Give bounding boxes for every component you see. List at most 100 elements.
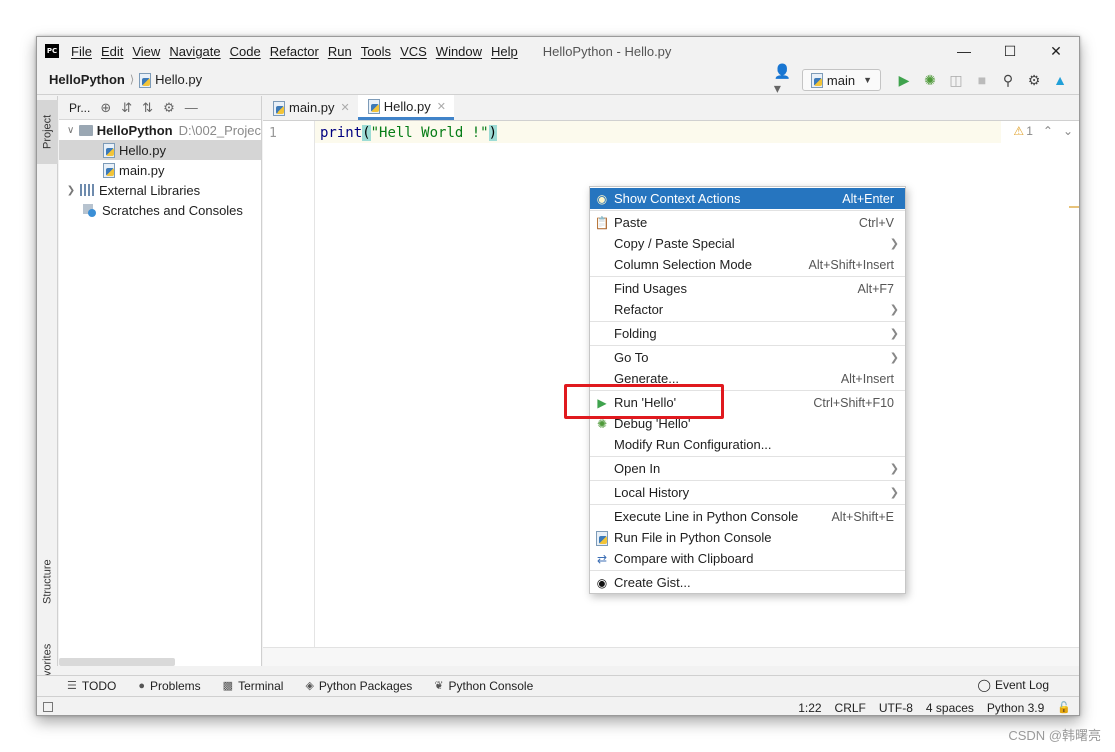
menu-item-execute-line[interactable]: Execute Line in Python Console Alt+Shift… xyxy=(590,506,905,527)
stop-icon[interactable]: ■ xyxy=(971,69,993,91)
expand-all-icon[interactable]: ⇵ xyxy=(121,100,132,116)
menu-edit[interactable]: Edit xyxy=(101,44,123,59)
menu-item-show-context-actions[interactable]: ◉ Show Context Actions Alt+Enter xyxy=(590,188,905,209)
title-bar: PC File Edit View Navigate Code Refactor… xyxy=(37,37,1079,65)
menu-item-compare-with-clipboard[interactable]: ⇄ Compare with Clipboard xyxy=(590,548,905,569)
tab-project[interactable]: Project xyxy=(37,100,58,164)
menu-item-create-gist[interactable]: ◉ Create Gist... xyxy=(590,572,905,593)
tab-hello-py[interactable]: Hello.py ✕ xyxy=(357,95,454,120)
menu-file[interactable]: File xyxy=(71,44,92,59)
hide-icon[interactable]: — xyxy=(185,100,198,115)
packages-icon: ◈ xyxy=(305,680,314,692)
menu-item-copy-paste-special[interactable]: Copy / Paste Special ❯ xyxy=(590,233,905,254)
gear-icon[interactable]: ⚙ xyxy=(163,100,175,116)
python-file-icon xyxy=(103,143,115,158)
indent-setting[interactable]: 4 spaces xyxy=(926,701,974,715)
toggle-tool-windows-icon[interactable] xyxy=(43,702,53,712)
status-widgets: 1:22 CRLF UTF-8 4 spaces Python 3.9 🔓 xyxy=(785,697,1071,715)
debug-icon[interactable]: ✺ xyxy=(919,69,941,91)
menu-separator xyxy=(590,276,905,277)
menu-window[interactable]: Window xyxy=(436,44,482,59)
tree-item-main-py[interactable]: main.py xyxy=(59,160,261,180)
tool-todo[interactable]: ☰ TODO xyxy=(67,679,116,693)
menu-item-go-to[interactable]: Go To ❯ xyxy=(590,347,905,368)
menu-run[interactable]: Run xyxy=(328,44,352,59)
project-view-selector[interactable]: Pr... xyxy=(69,101,90,115)
menu-item-local-history[interactable]: Local History ❯ xyxy=(590,482,905,503)
folder-icon xyxy=(79,124,93,136)
menu-separator xyxy=(590,456,905,457)
tool-python-console[interactable]: ❦ Python Console xyxy=(434,679,533,693)
code-line[interactable]: print("Hell World !") xyxy=(320,125,498,141)
menu-refactor[interactable]: Refactor xyxy=(270,44,319,59)
tree-item-scratches[interactable]: Scratches and Consoles xyxy=(59,200,261,220)
tool-window-bar: ☰ TODO ● Problems ▩ Terminal ◈ Python Packag… xyxy=(37,675,1079,695)
warning-icon: ⚠ xyxy=(1013,124,1025,138)
minimize-icon[interactable]: — xyxy=(941,37,987,65)
menu-view[interactable]: View xyxy=(132,44,160,59)
inspection-widget[interactable]: ⚠ 1 ⌃ ⌄ xyxy=(1013,124,1073,138)
menu-separator xyxy=(590,504,905,505)
chevron-right-icon[interactable]: ❯ xyxy=(65,185,77,196)
chevron-right-icon: ❯ xyxy=(889,487,899,499)
close-icon[interactable]: ✕ xyxy=(1033,37,1079,65)
gear-icon[interactable]: ⚙ xyxy=(1023,69,1045,91)
annotation-highlight-box xyxy=(564,384,724,419)
chevron-right-icon: ❯ xyxy=(889,352,899,364)
maximize-icon[interactable]: ☐ xyxy=(987,37,1033,65)
event-log-button[interactable]: ◯ Event Log xyxy=(978,678,1049,692)
menu-vcs[interactable]: VCS xyxy=(400,44,427,59)
menu-tools[interactable]: Tools xyxy=(361,44,391,59)
menu-item-paste[interactable]: 📋 Paste Ctrl+V xyxy=(590,212,905,233)
coverage-icon[interactable]: ◫ xyxy=(945,69,967,91)
chevron-down-icon[interactable]: ∨ xyxy=(65,125,76,136)
scratches-icon xyxy=(83,203,97,217)
menu-item-column-selection-mode[interactable]: Column Selection Mode Alt+Shift+Insert xyxy=(590,254,905,275)
code-string: "Hell World !" xyxy=(370,125,489,141)
run-config-selector[interactable]: main ▼ xyxy=(801,69,881,91)
tool-python-packages[interactable]: ◈ Python Packages xyxy=(305,679,412,693)
jetbrains-icon[interactable]: ▲ xyxy=(1049,69,1071,91)
bulb-icon: ◉ xyxy=(596,191,608,206)
menu-item-refactor[interactable]: Refactor ❯ xyxy=(590,299,905,320)
clipboard-icon: 📋 xyxy=(594,215,610,230)
menu-separator xyxy=(590,321,905,322)
chevron-down-icon[interactable]: ⌄ xyxy=(1063,124,1073,138)
tree-item-hello-py[interactable]: Hello.py xyxy=(59,140,261,160)
chevron-up-icon[interactable]: ⌃ xyxy=(1043,124,1053,138)
tool-problems[interactable]: ● Problems xyxy=(138,679,200,693)
editor-gutter: 1 xyxy=(263,121,315,649)
tree-item-project-root[interactable]: ∨ HelloPython D:\002_Projec xyxy=(59,120,261,140)
lock-icon[interactable]: 🔓 xyxy=(1057,701,1071,714)
menu-item-open-in[interactable]: Open In ❯ xyxy=(590,458,905,479)
search-icon[interactable]: ⚲ xyxy=(997,69,1019,91)
menu-item-folding[interactable]: Folding ❯ xyxy=(590,323,905,344)
tool-terminal[interactable]: ▩ Terminal xyxy=(223,679,284,693)
file-encoding[interactable]: UTF-8 xyxy=(879,701,913,715)
menu-code[interactable]: Code xyxy=(230,44,261,59)
breadcrumb-project[interactable]: HelloPython xyxy=(49,72,125,87)
navigation-bar: HelloPython ⟩ Hello.py 👤▾ main ▼ ▶ ✺ ◫ ■… xyxy=(37,63,1079,96)
close-icon[interactable]: ✕ xyxy=(341,101,350,114)
tab-main-py[interactable]: main.py ✕ xyxy=(263,95,358,120)
code-function: print xyxy=(320,125,363,141)
run-icon[interactable]: ▶ xyxy=(893,69,915,91)
menu-item-modify-run-configuration[interactable]: Modify Run Configuration... xyxy=(590,434,905,455)
python-interpreter[interactable]: Python 3.9 xyxy=(987,701,1044,715)
menu-item-find-usages[interactable]: Find Usages Alt+F7 xyxy=(590,278,905,299)
caret-position[interactable]: 1:22 xyxy=(798,701,821,715)
line-separator[interactable]: CRLF xyxy=(835,701,866,715)
menu-help[interactable]: Help xyxy=(491,44,518,59)
menu-item-run-file-in-console[interactable]: Run File in Python Console xyxy=(590,527,905,548)
breadcrumb-file[interactable]: Hello.py xyxy=(155,72,202,87)
tree-item-external-libraries[interactable]: ❯ External Libraries xyxy=(59,180,261,200)
close-icon[interactable]: ✕ xyxy=(437,100,446,113)
tab-structure[interactable]: Structure xyxy=(37,546,58,618)
locate-icon[interactable]: ⊕ xyxy=(100,100,111,116)
menu-navigate[interactable]: Navigate xyxy=(169,44,220,59)
collapse-all-icon[interactable]: ⇅ xyxy=(142,100,153,116)
github-icon: ◉ xyxy=(596,575,608,590)
user-icon[interactable]: 👤▾ xyxy=(774,63,796,96)
horizontal-scrollbar[interactable] xyxy=(59,658,175,666)
toolbar-actions: 👤▾ main ▼ ▶ ✺ ◫ ■ ⚲ ⚙ ▲ xyxy=(770,63,1071,96)
